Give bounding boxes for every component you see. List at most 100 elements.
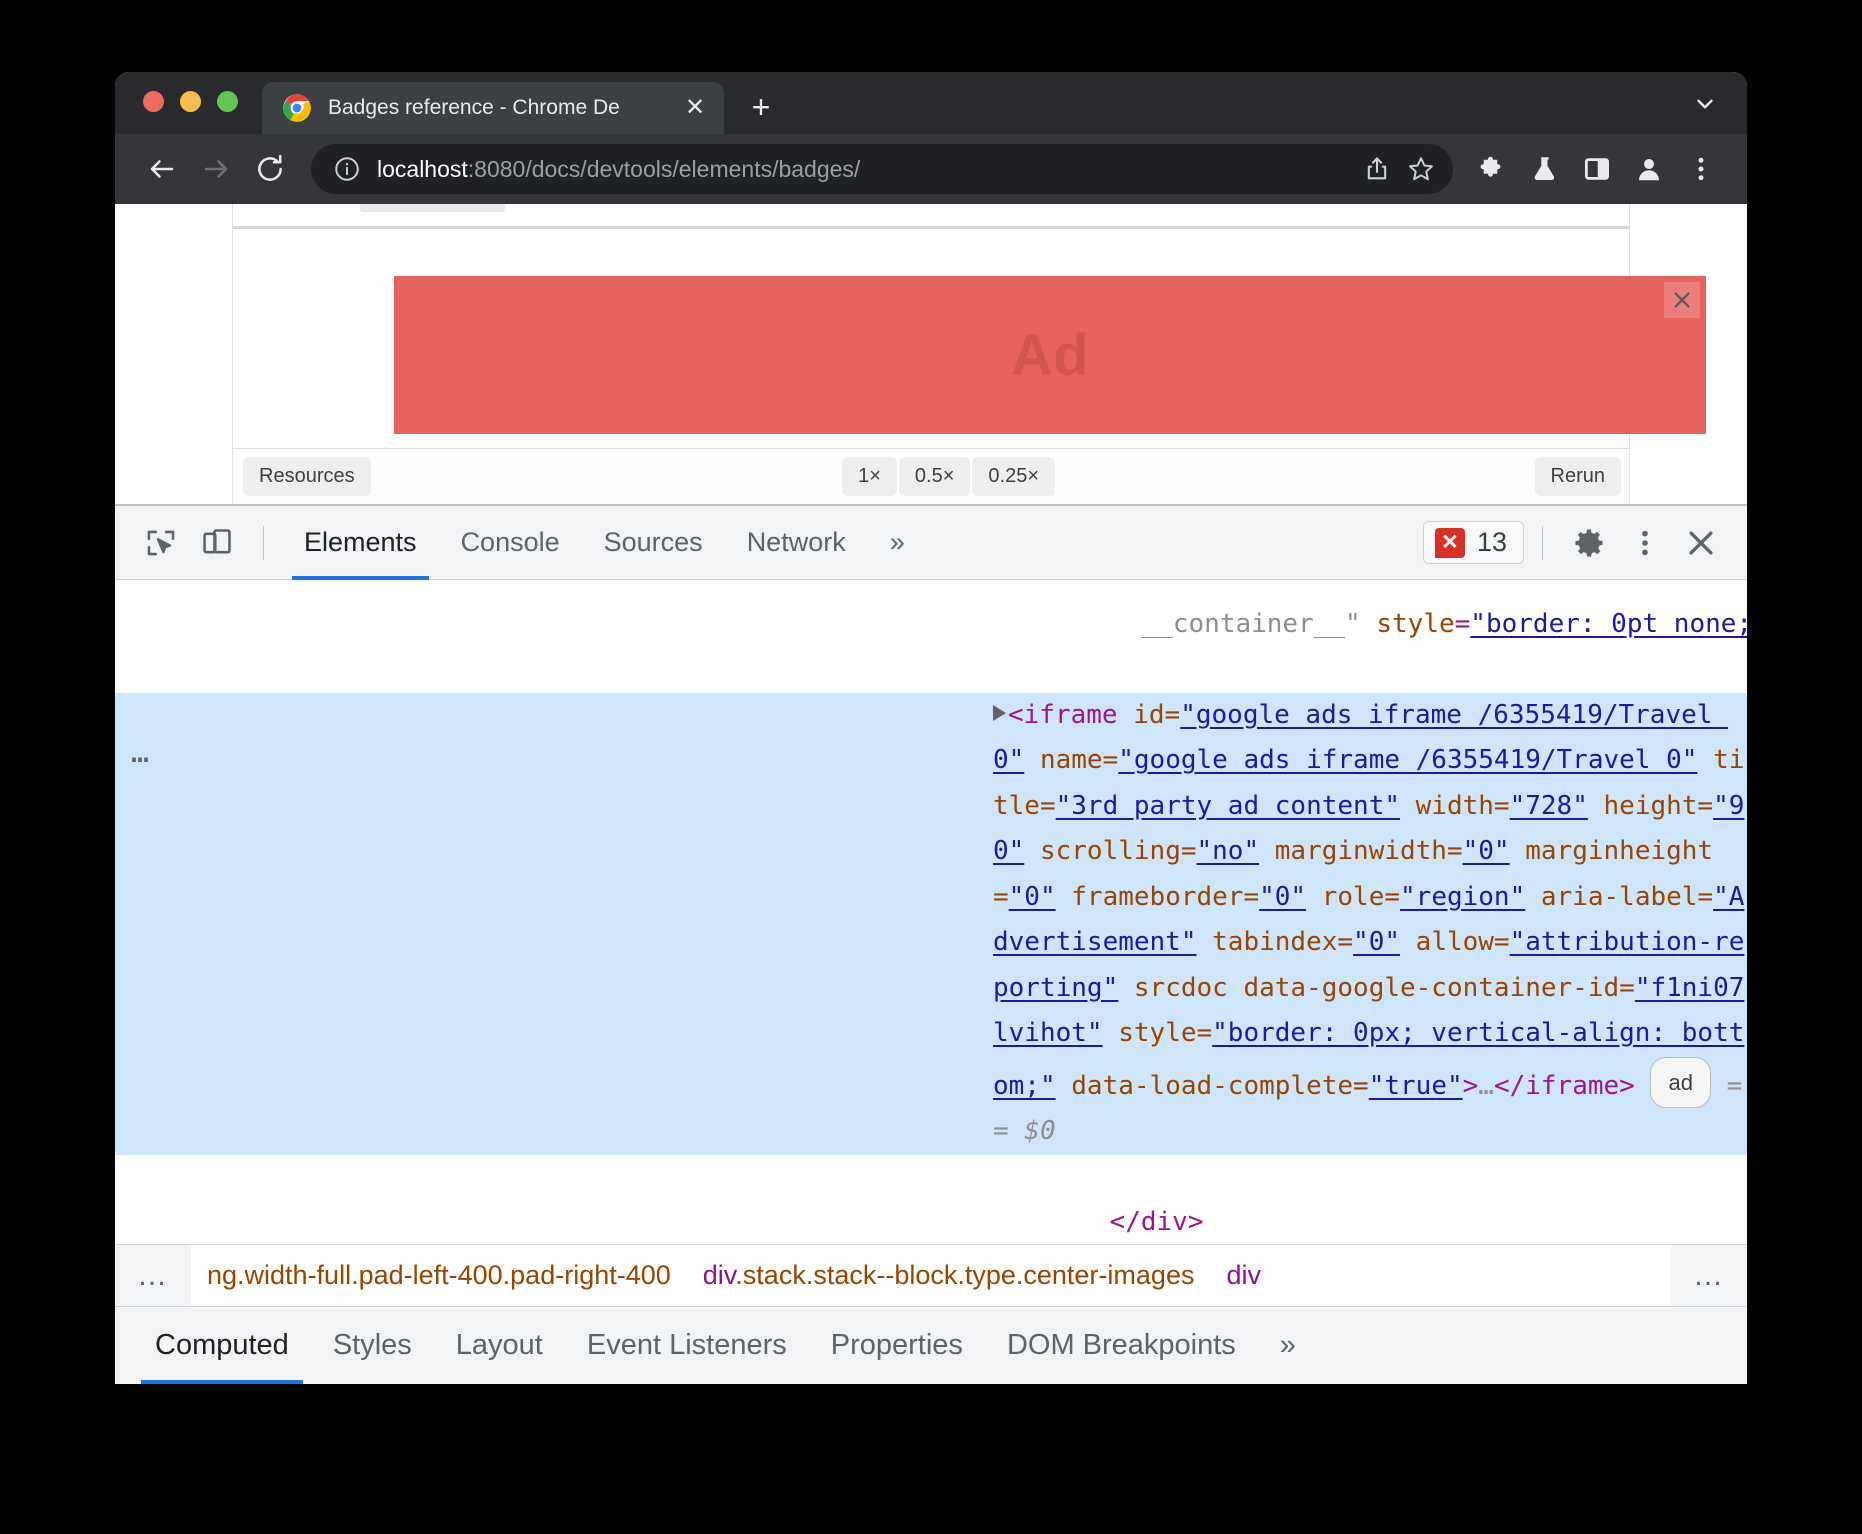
dom-attr-container-id: data-google-container-id= [1228, 973, 1635, 1003]
dom-attr-load-complete: data-load-complete= [1056, 1071, 1369, 1101]
dom-val-load-complete[interactable]: "true" [1369, 1071, 1463, 1101]
info-circle-icon[interactable] [333, 155, 361, 183]
window-minimize-button[interactable] [180, 91, 201, 112]
dom-iframe-node[interactable]: <iframe id= "google_ads_iframe_/6355419/T… [115, 693, 1747, 1155]
tab-console[interactable]: Console [439, 506, 582, 580]
browser-window: Badges reference - Chrome De ✕ + localho… [115, 72, 1747, 1384]
dom-attr-role: role= [1306, 882, 1400, 912]
tab-elements[interactable]: Elements [282, 506, 439, 580]
zoom-1x-button[interactable]: 1× [842, 457, 897, 496]
side-panel-icon[interactable] [1573, 145, 1621, 193]
breadcrumb-item-0[interactable]: ng.width-full.pad-left-400.pad-right-400 [191, 1260, 687, 1291]
zoom-0.25x-button[interactable]: 0.25× [972, 457, 1055, 496]
dom-val-title[interactable]: "3rd party ad content" [1056, 791, 1400, 821]
tab-network[interactable]: Network [725, 506, 868, 580]
reload-icon[interactable] [245, 144, 295, 194]
device-toolbar-icon[interactable] [189, 515, 245, 571]
dom-attr-style2: style= [1103, 1018, 1213, 1048]
star-icon[interactable] [1399, 147, 1443, 191]
forward-arrow-icon[interactable] [191, 144, 241, 194]
tab-properties[interactable]: Properties [809, 1307, 985, 1385]
dom-partial-prefix: __container__" [1142, 609, 1377, 639]
kebab-menu-icon[interactable] [1677, 145, 1725, 193]
zoom-0.5x-button[interactable]: 0.5× [899, 457, 970, 496]
gear-icon[interactable] [1561, 515, 1617, 571]
rerun-button[interactable]: Rerun [1535, 457, 1621, 496]
resources-button[interactable]: Resources [243, 457, 371, 496]
dom-val-marginheight[interactable]: "0" [1009, 882, 1056, 912]
profile-icon[interactable] [1625, 145, 1673, 193]
dom-val-role[interactable]: "region" [1400, 882, 1525, 912]
dom-val-marginwidth[interactable]: "0" [1463, 836, 1510, 866]
dom-val-name[interactable]: "google_ads_iframe_/6355419/Travel_0" [1118, 745, 1697, 775]
kebab-menu-icon[interactable] [1617, 515, 1673, 571]
inspect-cursor-icon[interactable] [133, 515, 189, 571]
breadcrumb-item-1-tag: div [703, 1260, 736, 1290]
expand-triangle-icon[interactable] [993, 705, 1006, 721]
dom-val-frameborder[interactable]: "0" [1259, 882, 1306, 912]
zoom-level-group: 1× 0.5× 0.25× [840, 457, 1055, 496]
dom-attr-aria-label: aria-label= [1525, 882, 1713, 912]
breadcrumb-item-2[interactable]: div [1210, 1260, 1277, 1291]
traffic-lights [115, 91, 238, 134]
ad-label: Ad [1011, 322, 1089, 389]
url-host: localhost [377, 156, 468, 182]
rerun-wrapper: Rerun [1525, 457, 1629, 496]
ad-banner[interactable]: Ad [394, 276, 1706, 434]
dom-tag-open: <iframe [1008, 700, 1118, 730]
tab-sources[interactable]: Sources [582, 506, 725, 580]
dom-val-width[interactable]: "728" [1510, 791, 1588, 821]
url-path: :8080/docs/devtools/elements/badges/ [468, 156, 861, 182]
dom-attr-allow: allow= [1400, 927, 1510, 957]
dom-attr-frameborder: frameborder= [1056, 882, 1260, 912]
dom-attr-height: height= [1588, 791, 1713, 821]
ad-badge[interactable]: ad [1650, 1057, 1710, 1109]
window-close-button[interactable] [143, 91, 164, 112]
dom-top-clip [115, 580, 1747, 596]
dom-val-tabindex[interactable]: "0" [1353, 927, 1400, 957]
chevron-down-icon[interactable] [1689, 88, 1721, 120]
dom-val-style: "border: 0pt none;" [1470, 609, 1747, 639]
browser-toolbar: localhost:8080/docs/devtools/elements/ba… [115, 134, 1747, 204]
tab-layout[interactable]: Layout [434, 1307, 565, 1385]
dom-selected-node[interactable]: … <iframe id= "google_ads_iframe_/6355419… [115, 693, 1747, 1155]
dom-attr-style: style [1376, 609, 1454, 639]
breadcrumb-overflow-left[interactable]: … [115, 1245, 191, 1306]
tab-event-listeners[interactable]: Event Listeners [565, 1307, 809, 1385]
sidebar-more-tabs-button[interactable]: » [1258, 1329, 1318, 1362]
tab-computed[interactable]: Computed [133, 1307, 311, 1385]
puzzle-icon[interactable] [1469, 145, 1517, 193]
dom-attr-marginwidth: marginwidth= [1259, 836, 1463, 866]
tab-styles[interactable]: Styles [311, 1307, 434, 1385]
dom-attr-tabindex: tabindex= [1197, 927, 1354, 957]
dom-val-scrolling[interactable]: "no" [1197, 836, 1260, 866]
sidebar-tabs: Computed Styles Layout Event Listeners P… [115, 1306, 1747, 1384]
breadcrumb-item-1[interactable]: div.stack.stack--block.type.center-image… [687, 1260, 1211, 1291]
toolbar-divider-2 [1542, 526, 1543, 560]
browser-tab[interactable]: Badges reference - Chrome De ✕ [262, 82, 724, 134]
dom-tree[interactable]: __container__" style= "border: 0pt none;"… [115, 580, 1747, 1244]
dom-attr-id: id= [1118, 700, 1181, 730]
tab-dom-breakpoints[interactable]: DOM Breakpoints [985, 1307, 1258, 1385]
error-count-badge[interactable]: ✕ 13 [1423, 521, 1524, 564]
back-arrow-icon[interactable] [137, 144, 187, 194]
flask-icon[interactable] [1521, 145, 1569, 193]
page-divider [233, 226, 1629, 229]
address-bar[interactable]: localhost:8080/docs/devtools/elements/ba… [311, 144, 1453, 194]
page-viewport: Ad Resources 1× 0.5× 0.25× Rerun [115, 204, 1747, 504]
share-icon[interactable] [1355, 147, 1399, 191]
breadcrumb-overflow-right[interactable]: … [1671, 1245, 1747, 1306]
devtools-toolbar: Elements Console Sources Network » ✕ 13 [115, 506, 1747, 580]
window-maximize-button[interactable] [217, 91, 238, 112]
tab-close-button[interactable]: ✕ [680, 93, 710, 123]
dom-attr-srcdoc: srcdoc [1118, 973, 1228, 1003]
toolbar-divider [263, 526, 264, 560]
new-tab-button[interactable]: + [738, 84, 784, 130]
close-icon[interactable] [1673, 515, 1729, 571]
dom-close-div[interactable]: </div> [115, 1155, 1747, 1245]
more-tabs-button[interactable]: » [868, 506, 927, 580]
dom-line-partial[interactable]: __container__" style="border: 0pt none;"… [115, 580, 1747, 693]
dom-attr-width: width= [1400, 791, 1510, 821]
ad-close-button[interactable] [1664, 282, 1700, 318]
dom-children-ellipsis[interactable]: … [1478, 1071, 1494, 1101]
